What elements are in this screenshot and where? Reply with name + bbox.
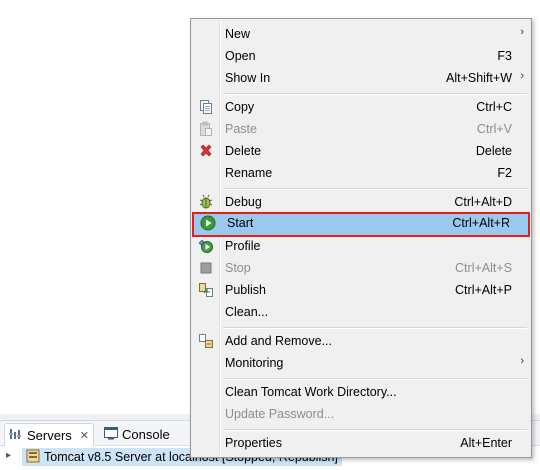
tab-close-icon[interactable]: ✕ [80,429,89,442]
menu-item-rename[interactable]: Rename F2 [194,162,528,184]
menu-item-label: Debug [225,195,262,209]
menu-item-shortcut: Ctrl+Alt+D [454,195,512,209]
paste-icon [198,121,214,137]
chevron-right-icon: › [520,355,524,367]
menu-item-label: New [225,27,251,41]
menu-item-add-and-remove[interactable]: Add and Remove... [194,330,528,352]
menu-separator [223,188,527,190]
servers-icon [9,427,23,444]
menu-item-stop[interactable]: Stop Ctrl+Alt+S [194,257,528,279]
menu-separator [223,93,527,95]
menu-item-show-in[interactable]: Show In Alt+Shift+W › [194,67,528,89]
menu-item-shortcut: Delete [475,144,512,158]
profile-icon [198,238,214,254]
menu-item-label: Monitoring [225,356,284,370]
menu-item-label: Add and Remove... [225,334,333,348]
menu-separator [223,378,527,380]
context-menu: New › Open F3 Show In Alt+Shift+W › Copy… [190,18,532,458]
debug-icon [198,194,214,210]
tab-servers[interactable]: Servers ✕ [4,423,95,446]
menu-item-label: Clean Tomcat Work Directory... [225,385,397,399]
menu-item-label: Open [225,49,256,63]
menu-item-label: Paste [225,122,257,136]
tab-console-label: Console [122,426,170,442]
menu-item-shortcut: Ctrl+V [476,122,512,136]
menu-item-label: Publish [225,283,266,297]
menu-item-label: Properties [225,436,282,450]
menu-item-shortcut: F2 [497,166,512,180]
menu-item-shortcut: Alt+Enter [460,436,512,450]
menu-separator [223,429,527,431]
chevron-right-icon: › [520,70,524,82]
menu-item-label: Rename [225,166,273,180]
menu-item-delete[interactable]: Delete Delete [194,140,528,162]
menu-item-clean-tomcat-work-directory[interactable]: Clean Tomcat Work Directory... [194,381,528,403]
menu-item-open[interactable]: Open F3 [194,45,528,67]
menu-item-shortcut: Ctrl+Alt+P [455,283,512,297]
menu-item-publish[interactable]: Publish Ctrl+Alt+P [194,279,528,301]
menu-item-label: Copy [225,100,255,114]
menu-item-shortcut: Ctrl+C [476,100,512,114]
publish-icon [198,282,214,298]
menu-item-shortcut: Ctrl+Alt+S [455,261,512,275]
menu-item-label: Show In [225,71,271,85]
menu-item-shortcut: F3 [497,49,512,63]
menu-item-update-password[interactable]: Update Password... [194,403,528,425]
stop-icon [198,260,214,276]
menu-item-paste[interactable]: Paste Ctrl+V [194,118,528,140]
menu-item-shortcut: Ctrl+Alt+R [452,216,510,230]
tab-servers-label: Servers [27,427,72,443]
chevron-right-icon: › [520,26,524,38]
server-icon [26,449,40,466]
copy-icon [198,99,214,115]
add-remove-icon [198,333,214,349]
delete-icon [198,143,214,159]
menu-item-copy[interactable]: Copy Ctrl+C [194,96,528,118]
menu-item-label: Stop [225,261,251,275]
menu-item-debug[interactable]: Debug Ctrl+Alt+D [194,191,528,213]
menu-item-properties[interactable]: Properties Alt+Enter [194,432,528,454]
menu-item-label: Profile [225,239,261,253]
menu-item-label: Clean... [225,305,269,319]
menu-item-profile[interactable]: Profile [194,235,528,257]
menu-separator [223,327,527,329]
menu-item-label: Delete [225,144,262,158]
menu-item-shortcut: Alt+Shift+W [446,71,512,85]
expand-icon[interactable]: ▸ [6,450,11,461]
menu-item-monitoring[interactable]: Monitoring › [194,352,528,374]
menu-item-start[interactable]: Start Ctrl+Alt+R [192,212,530,237]
menu-item-clean[interactable]: Clean... [194,301,528,323]
console-icon [104,426,118,443]
menu-item-label: Update Password... [225,407,335,421]
tab-console[interactable]: Console [100,423,174,445]
menu-item-label: Start [227,216,254,230]
menu-item-new[interactable]: New › [194,23,528,45]
start-icon [200,215,216,231]
